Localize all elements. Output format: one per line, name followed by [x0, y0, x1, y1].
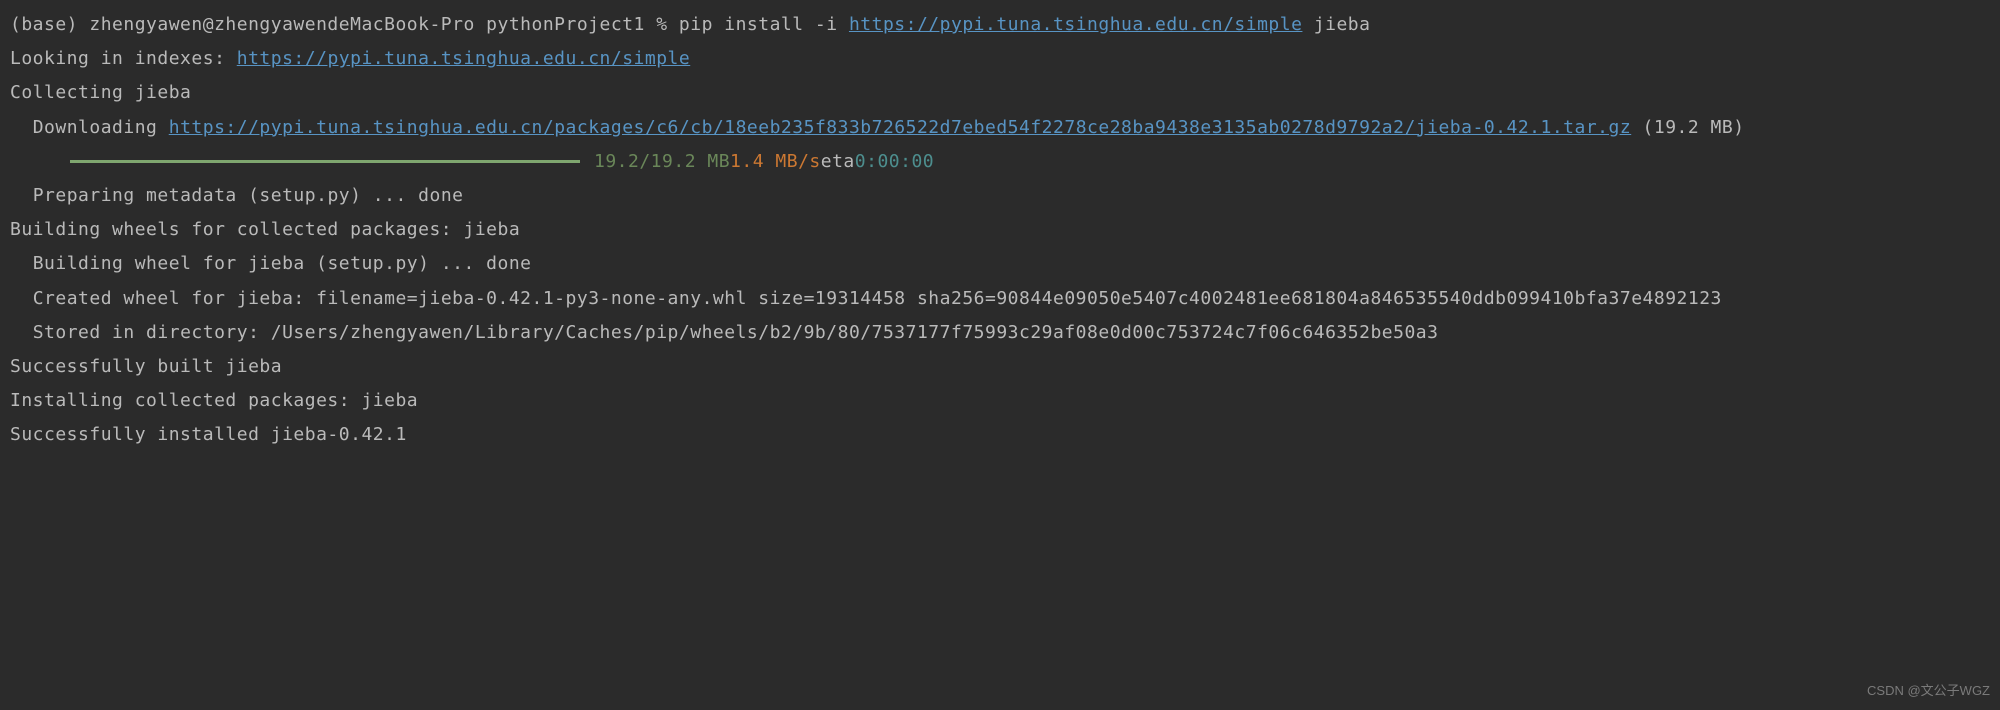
progress-size: 19.2/19.2 MB [594, 145, 730, 179]
looking-prefix: Looking in indexes: [10, 48, 237, 69]
installing-packages-line: Installing collected packages: jieba [10, 384, 1990, 418]
success-built-line: Successfully built jieba [10, 350, 1990, 384]
command-text-part1: pip install -i [679, 14, 849, 35]
collecting-line: Collecting jieba [10, 76, 1990, 110]
preparing-metadata-line: Preparing metadata (setup.py) ... done [10, 179, 1990, 213]
downloading-line: Downloading https://pypi.tuna.tsinghua.e… [10, 111, 1990, 145]
created-wheel-line: Created wheel for jieba: filename=jieba-… [10, 282, 1990, 316]
command-url[interactable]: https://pypi.tuna.tsinghua.edu.cn/simple [849, 14, 1302, 35]
success-installed-line: Successfully installed jieba-0.42.1 [10, 418, 1990, 452]
looking-url[interactable]: https://pypi.tuna.tsinghua.edu.cn/simple [237, 48, 690, 69]
progress-eta-label: eta [821, 145, 855, 179]
stored-directory-line: Stored in directory: /Users/zhengyawen/L… [10, 316, 1990, 350]
watermark: CSDN @文公子WGZ [1867, 679, 1990, 704]
shell-prompt: (base) zhengyawen@zhengyawendeMacBook-Pr… [10, 14, 679, 35]
looking-indexes-line: Looking in indexes: https://pypi.tuna.ts… [10, 42, 1990, 76]
downloading-url[interactable]: https://pypi.tuna.tsinghua.edu.cn/packag… [169, 117, 1631, 138]
terminal-prompt-line: (base) zhengyawen@zhengyawendeMacBook-Pr… [10, 8, 1990, 42]
progress-bar [70, 160, 580, 163]
downloading-size: (19.2 MB) [1631, 117, 1744, 138]
progress-eta: 0:00:00 [855, 145, 934, 179]
building-wheels-line: Building wheels for collected packages: … [10, 213, 1990, 247]
progress-speed: 1.4 MB/s [730, 145, 821, 179]
progress-line: 19.2/19.2 MB 1.4 MB/s eta 0:00:00 [70, 145, 1990, 179]
building-wheel-jieba-line: Building wheel for jieba (setup.py) ... … [10, 247, 1990, 281]
downloading-prefix: Downloading [10, 117, 169, 138]
command-text-part2: jieba [1302, 14, 1370, 35]
